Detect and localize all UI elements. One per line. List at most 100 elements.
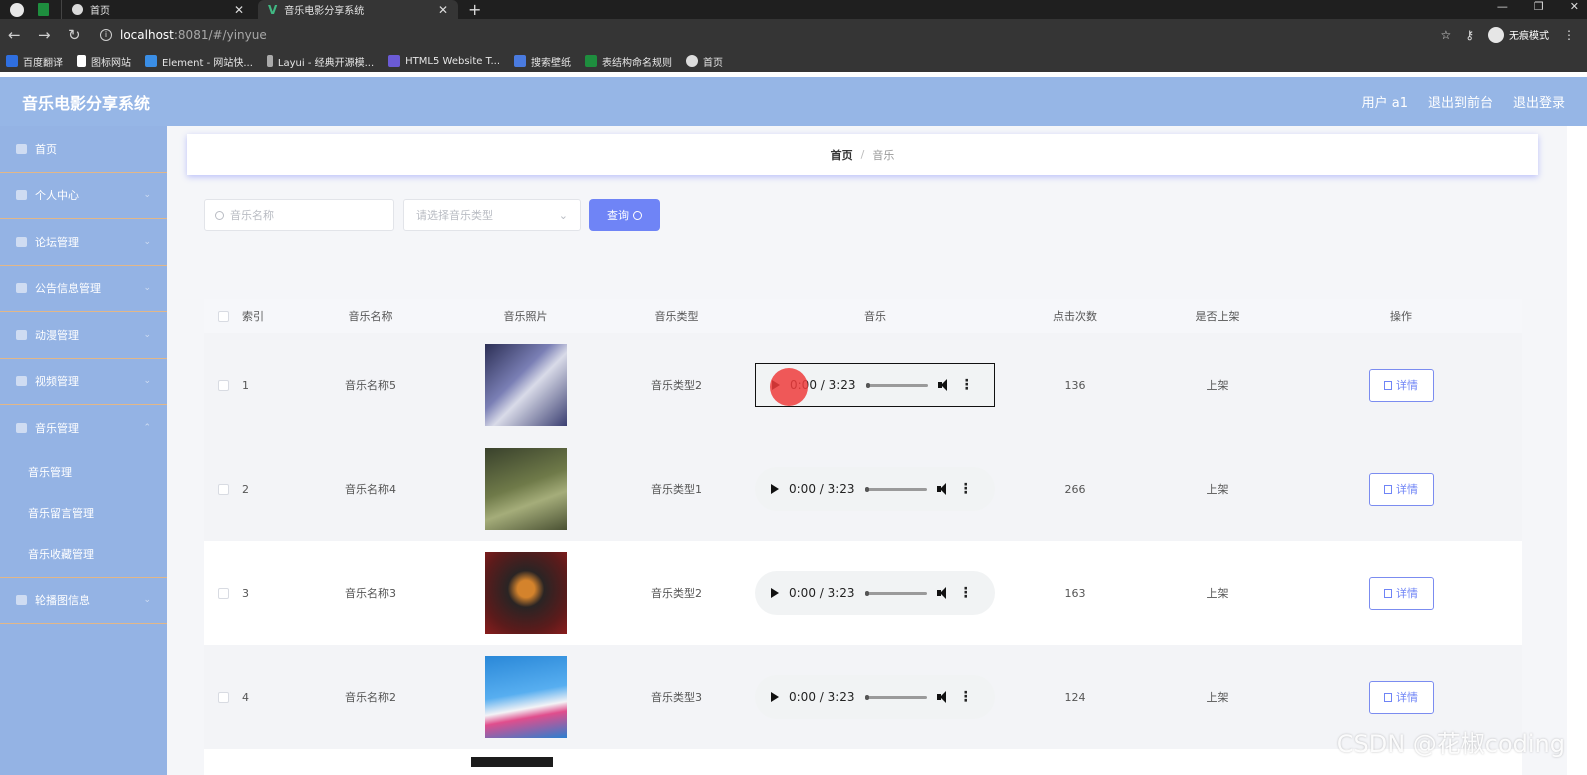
select-all-checkbox[interactable] [217,310,229,322]
row-checkbox[interactable] [217,691,229,703]
chevron-up-icon: ⌃ [143,423,151,434]
breadcrumb-home[interactable]: 首页 [831,147,853,163]
play-icon[interactable] [771,484,779,494]
url-field[interactable]: i localhost:8081/#/yinyue [100,23,1440,47]
volume-icon[interactable] [936,691,949,703]
sidebar-subitem-music-favorites[interactable]: 音乐收藏管理 [0,534,167,575]
detail-button[interactable]: 详情 [1368,680,1434,714]
detail-button[interactable]: 详情 [1368,576,1434,610]
more-options-icon[interactable]: ⋮ [959,690,973,704]
forward-icon[interactable]: → [38,26,60,44]
incognito-indicator[interactable]: 无痕模式 [1488,26,1549,43]
app-header: 音乐电影分享系统 用户 a1 退出到前台 退出登录 [0,77,1587,126]
bookmark-item[interactable]: 百度翻译 [6,54,63,69]
audio-player[interactable]: 0:00 / 3:23 ⋮ [755,363,995,407]
sidebar-subitem-music-comments[interactable]: 音乐留言管理 [0,493,167,534]
breadcrumb: 首页 / 音乐 [187,134,1538,175]
search-icon [215,210,224,220]
document-icon [1384,484,1392,494]
row-checkbox[interactable] [217,379,229,391]
browser-tab-active[interactable]: V 音乐电影分享系统 ✕ [258,0,458,19]
detail-button[interactable]: 详情 [1368,368,1434,402]
row-checkbox[interactable] [217,587,229,599]
play-icon[interactable] [771,588,779,598]
bookmark-item[interactable]: 首页 [686,54,723,69]
search-icon [633,210,642,220]
column-header: 音乐 [864,310,886,323]
volume-icon[interactable] [936,587,949,599]
chevron-down-icon: ⌄ [143,595,151,606]
bookmark-item[interactable]: 搜索壁纸 [514,54,571,69]
sidebar-subitem-music[interactable]: 音乐管理 [0,452,167,493]
bookmark-item[interactable]: HTML5 Website T... [388,55,500,67]
sidebar-item-profile[interactable]: 个人中心 ⌄ [0,173,167,219]
layui-logo-icon [266,55,273,67]
close-tab-icon[interactable]: ✕ [234,3,244,17]
watermark: CSDN @花椒coding [1336,730,1565,758]
address-bar-actions: ☆ ⚷ 无痕模式 ⋮ [1440,26,1575,43]
progress-bar[interactable] [864,486,927,492]
sidebar-item-carousel[interactable]: 轮播图信息 ⌄ [0,578,167,624]
sidebar-item-home[interactable]: 首页 [0,126,167,173]
progress-bar[interactable] [865,382,928,388]
back-icon[interactable]: ← [8,26,30,44]
row-checkbox[interactable] [217,483,229,495]
music-name-input[interactable]: 音乐名称 [204,199,394,231]
bookmark-item[interactable]: 图标网站 [77,54,131,69]
site-info-icon[interactable]: i [100,28,112,41]
volume-icon[interactable] [937,379,950,391]
menu-dots-icon[interactable]: ⋮ [1563,28,1575,42]
star-icon[interactable]: ☆ [1440,28,1451,42]
play-icon[interactable] [771,692,779,702]
music-cover-image [484,448,567,530]
browser-logo-icon [10,2,24,17]
globe-icon [686,55,699,67]
globe-icon [72,4,83,15]
wallpaper-logo-icon [514,55,527,67]
sidebar-item-video[interactable]: 视频管理 ⌄ [0,359,167,405]
audio-player[interactable]: 0:00 / 3:23 ⋮ [755,467,995,511]
audio-player[interactable]: 0:00 / 3:23 ⋮ [755,675,995,719]
logout-link[interactable]: 退出登录 [1513,92,1565,111]
more-options-icon[interactable]: ⋮ [960,378,974,392]
more-options-icon[interactable]: ⋮ [959,586,973,600]
bookmark-item[interactable]: Layui - 经典开源模... [266,54,374,69]
column-header: 操作 [1390,310,1412,323]
html5-logo-icon [388,55,401,67]
close-window-icon[interactable]: ✕ [1570,0,1579,13]
sidebar-item-notice[interactable]: 公告信息管理 ⌄ [0,266,167,312]
restore-icon[interactable]: ❐ [1534,0,1544,13]
reload-icon[interactable]: ↻ [68,26,90,44]
address-bar: ← → ↻ i localhost:8081/#/yinyue ☆ ⚷ 无痕模式… [0,19,1587,50]
new-tab-button[interactable]: + [468,0,481,19]
user-icon [16,190,27,201]
detail-button[interactable]: 详情 [1368,472,1434,506]
browser-tab-home[interactable]: 首页 ✕ [61,0,254,19]
bookmark-item[interactable]: 表结构命名规则 [585,54,672,69]
query-button[interactable]: 查询 [589,199,660,231]
audio-player[interactable]: 0:00 / 3:23 ⋮ [755,571,995,615]
progress-bar[interactable] [864,694,927,700]
vue-logo-icon: V [268,2,278,17]
volume-icon[interactable] [936,483,949,495]
music-type-select[interactable]: 请选择音乐类型 ⌄ [403,199,581,231]
sidebar-item-forum[interactable]: 论坛管理 ⌄ [0,219,167,266]
element-logo-icon [145,55,157,67]
minimize-icon[interactable]: — [1497,0,1508,13]
column-header: 音乐类型 [654,310,699,323]
music-cover-image [484,344,567,426]
sidebar-item-music[interactable]: 音乐管理 ⌃ [0,405,167,452]
pinned-tab-sheet-icon[interactable] [38,3,49,16]
music-cover-image [471,757,553,767]
progress-bar[interactable] [864,590,927,596]
sidebar-item-anime[interactable]: 动漫管理 ⌄ [0,312,167,359]
more-options-icon[interactable]: ⋮ [959,482,973,496]
close-tab-icon[interactable]: ✕ [438,3,448,17]
bookmark-item[interactable]: Element - 网站快... [145,54,253,69]
chat-icon [16,236,27,247]
chevron-down-icon: ⌄ [558,208,568,222]
exit-to-front-link[interactable]: 退出到前台 [1428,92,1493,111]
key-icon[interactable]: ⚷ [1465,28,1474,42]
home-icon [16,143,27,154]
sheet-icon [585,55,598,67]
